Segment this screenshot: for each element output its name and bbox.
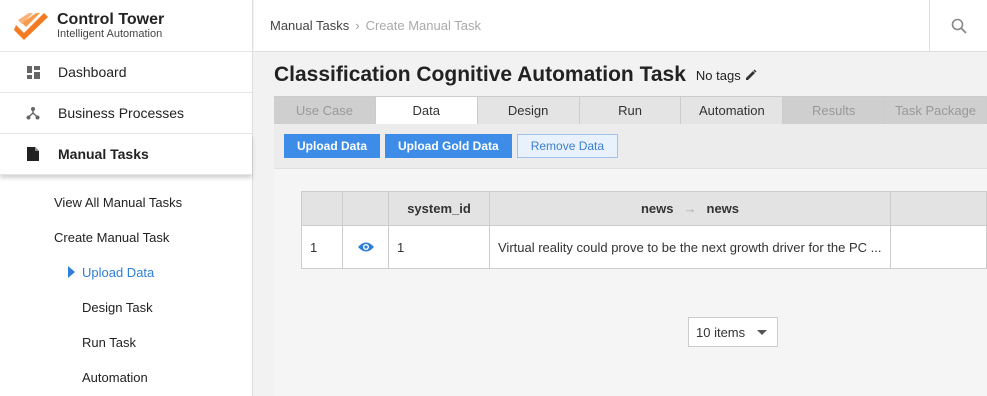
process-icon [26, 106, 40, 120]
header-view [343, 192, 389, 225]
subnav-design-task[interactable]: Design Task [0, 290, 252, 325]
brand-name: Control Tower [57, 10, 165, 28]
breadcrumb-current: Create Manual Task [365, 18, 481, 33]
control-tower-logo-icon [14, 12, 48, 40]
page-title: Classification Cognitive Automation Task [274, 63, 686, 86]
brand[interactable]: Control Tower Intelligent Automation [0, 0, 252, 52]
row-view[interactable] [343, 226, 389, 268]
data-toolbar: Upload Data Upload Gold Data Remove Data [274, 124, 987, 169]
top-bar: Manual Tasks › Create Manual Task [254, 0, 987, 52]
caret-down-icon [757, 329, 767, 335]
subnav-view-all[interactable]: View All Manual Tasks [0, 185, 252, 220]
manual-tasks-subnav: View All Manual Tasks Create Manual Task… [0, 175, 252, 395]
upload-data-button[interactable]: Upload Data [284, 134, 381, 158]
subnav-automation[interactable]: Automation [0, 360, 252, 395]
tab-task-package[interactable]: Task Package [885, 96, 987, 124]
page-size-select[interactable]: 10 items [688, 317, 778, 347]
subnav-upload-data[interactable]: Upload Data [0, 255, 252, 290]
header-news-from: news [640, 201, 674, 216]
nav-item-manual-tasks[interactable]: Manual Tasks [0, 134, 252, 175]
eye-icon[interactable] [357, 241, 375, 253]
tab-design[interactable]: Design [477, 96, 580, 124]
row-news-text: Virtual reality could prove to be the ne… [498, 239, 882, 255]
data-grid: system_id news → news 1 1 Virtual realit… [301, 191, 987, 269]
nav-item-dashboard[interactable]: Dashboard [0, 52, 252, 93]
nav-label-manual-tasks: Manual Tasks [58, 146, 149, 162]
tab-use-case[interactable]: Use Case [274, 96, 376, 124]
search-button[interactable] [929, 0, 987, 52]
tags-editor[interactable]: No tags [696, 68, 757, 83]
page-size-value: 10 items [696, 324, 746, 340]
header-news-mapping[interactable]: news → news [490, 192, 891, 225]
tab-automation[interactable]: Automation [681, 96, 784, 124]
nav-label-dashboard: Dashboard [58, 64, 127, 80]
subnav-create[interactable]: Create Manual Task [0, 220, 252, 255]
header-index [302, 192, 343, 225]
nav-item-business-processes[interactable]: Business Processes [0, 93, 252, 134]
dashboard-icon [26, 65, 40, 79]
subnav-upload-label: Upload Data [82, 265, 155, 280]
breadcrumb-root[interactable]: Manual Tasks [270, 18, 349, 33]
header-news-to: news [706, 201, 740, 216]
nav-label-business-processes: Business Processes [58, 105, 185, 121]
tab-data[interactable]: Data [375, 96, 478, 124]
row-system-id: 1 [389, 226, 490, 268]
main-content: Classification Cognitive Automation Task… [254, 53, 987, 396]
breadcrumb: Manual Tasks › Create Manual Task [254, 18, 481, 33]
brand-tagline: Intelligent Automation [57, 27, 163, 40]
upload-gold-data-button[interactable]: Upload Gold Data [385, 134, 512, 158]
subnav-run-task[interactable]: Run Task [0, 325, 252, 360]
grid-header: system_id news → news [302, 192, 986, 226]
sidebar: Control Tower Intelligent Automation Das… [0, 0, 253, 396]
arrow-right-icon: → [683, 201, 697, 216]
tab-run[interactable]: Run [579, 96, 682, 124]
pencil-icon[interactable] [745, 69, 757, 81]
row-news: Virtual reality could prove to be the ne… [490, 226, 891, 268]
chevron-right-icon: › [355, 18, 360, 33]
row-index: 1 [302, 226, 343, 268]
caret-right-icon [68, 266, 75, 278]
tags-label: No tags [695, 67, 741, 83]
document-icon [26, 147, 40, 161]
table-row[interactable]: 1 1 Virtual reality could prove to be th… [302, 226, 986, 268]
data-panel: system_id news → news 1 1 Virtual realit… [274, 169, 987, 396]
header-system-id[interactable]: system_id [389, 192, 490, 225]
row-extra [891, 226, 986, 268]
title-row: Classification Cognitive Automation Task… [274, 63, 757, 87]
tab-results[interactable]: Results [783, 96, 886, 124]
remove-data-button[interactable]: Remove Data [516, 134, 619, 158]
header-extra [891, 192, 986, 225]
task-tabs: Use Case Data Design Run Automation Resu… [274, 96, 987, 124]
search-icon [951, 18, 967, 34]
